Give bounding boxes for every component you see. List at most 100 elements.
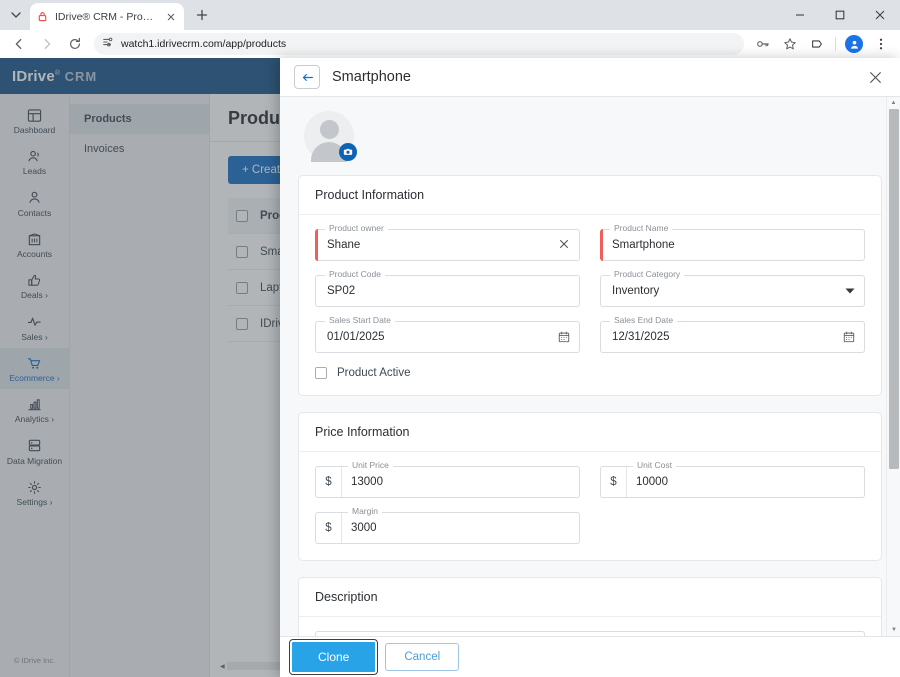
product-owner-field[interactable]: Product owner Shane — [315, 223, 580, 261]
scroll-up-icon[interactable]: ▲ — [887, 97, 900, 109]
tab-close-icon[interactable] — [164, 10, 178, 24]
cancel-button[interactable]: Cancel — [385, 643, 460, 671]
star-icon[interactable] — [777, 31, 803, 57]
field-row: Sales Start Date 01/01/2025 Sales End Da… — [315, 315, 865, 353]
product-detail-modal: Smartphone Product Information Product o… — [280, 58, 900, 677]
close-icon[interactable] — [864, 66, 886, 88]
lock-icon — [36, 10, 49, 23]
section-heading: Product Information — [299, 176, 881, 215]
field-value: 13000 — [351, 476, 383, 488]
description-body — [299, 617, 881, 636]
modal-scrollbar[interactable]: ▲ ▼ — [886, 97, 900, 636]
field-row: Product Code SP02 Product Category Inven… — [315, 269, 865, 307]
field-label: Product owner — [325, 223, 388, 233]
unit-cost-wrap: $ Unit Cost 10000 — [600, 460, 865, 498]
avatar-section — [298, 97, 882, 175]
reload-icon[interactable] — [62, 31, 88, 57]
product-information-card: Product Information Product owner Shane — [298, 175, 882, 396]
field-label: Product Code — [325, 269, 385, 279]
tab-strip: IDrive® CRM - Products — [0, 0, 900, 30]
field-label: Product Name — [610, 223, 673, 233]
toolbar-right — [750, 31, 894, 57]
product-active-row[interactable]: Product Active — [315, 367, 865, 379]
product-category-select[interactable]: Product Category Inventory — [600, 269, 865, 307]
field-label: Sales End Date — [610, 315, 678, 325]
margin-wrap: $ Margin 3000 — [315, 506, 580, 544]
field-row: $ Unit Price 13000 $ Unit Cost 10000 — [315, 460, 865, 498]
window-controls — [780, 0, 900, 30]
extensions-icon[interactable] — [804, 31, 830, 57]
calendar-icon[interactable] — [843, 331, 864, 343]
tab-title: IDrive® CRM - Products — [55, 10, 158, 23]
field-value: 10000 — [636, 476, 668, 488]
scroll-down-icon[interactable]: ▼ — [887, 624, 900, 636]
clone-button[interactable]: Clone — [288, 639, 379, 675]
product-code-field[interactable]: Product Code SP02 — [315, 269, 580, 307]
calendar-icon[interactable] — [558, 331, 579, 343]
field-row: $ Margin 3000 — [315, 506, 865, 544]
product-information-fields: Product owner Shane Product Name Smartph… — [299, 215, 881, 395]
section-heading: Price Information — [299, 413, 881, 452]
margin-field[interactable]: $ Margin 3000 — [315, 506, 580, 544]
field-label: Product Category — [610, 269, 685, 279]
modal-body: Product Information Product owner Shane — [280, 97, 900, 636]
unit-cost-field[interactable]: $ Unit Cost 10000 — [600, 460, 865, 498]
unit-price-field[interactable]: $ Unit Price 13000 — [315, 460, 580, 498]
product-code-field-wrap: Product Code SP02 — [315, 269, 580, 307]
tab-search-icon[interactable] — [4, 3, 28, 27]
avatar-head — [319, 120, 339, 139]
field-value: Smartphone — [612, 239, 675, 251]
toolbar-divider — [835, 37, 836, 51]
avatar[interactable] — [304, 111, 357, 162]
price-information-card: Price Information $ Unit Price 13000 $ U… — [298, 412, 882, 561]
three-dot-menu-icon[interactable] — [868, 31, 894, 57]
close-window-button[interactable] — [860, 0, 900, 30]
sales-start-date-field[interactable]: Sales Start Date 01/01/2025 — [315, 315, 580, 353]
profile-avatar-icon[interactable] — [841, 31, 867, 57]
product-category-field-wrap: Product Category Inventory — [600, 269, 865, 307]
description-card: Description — [298, 577, 882, 636]
margin-spacer — [600, 512, 865, 544]
app-root: IDrive® CRM - Products watch1.idrivecrm.… — [0, 0, 900, 677]
modal-header: Smartphone — [280, 58, 900, 97]
modal-title: Smartphone — [332, 69, 411, 85]
minimize-button[interactable] — [780, 0, 820, 30]
back-arrow-icon[interactable] — [6, 31, 32, 57]
browser-toolbar: watch1.idrivecrm.com/app/products — [0, 30, 900, 58]
price-information-fields: $ Unit Price 13000 $ Unit Cost 10000 $ M… — [299, 452, 881, 560]
product-name-field[interactable]: Product Name Smartphone — [600, 223, 865, 261]
chevron-down-icon[interactable] — [845, 288, 864, 294]
key-icon[interactable] — [750, 31, 776, 57]
product-active-label: Product Active — [337, 367, 411, 379]
product-name-field-wrap: Product Name Smartphone — [600, 223, 865, 261]
modal-footer: Clone Cancel — [280, 636, 900, 677]
field-label: Margin — [348, 506, 382, 516]
currency-symbol: $ — [601, 467, 627, 497]
field-value: 12/31/2025 — [612, 331, 670, 343]
field-label: Unit Price — [348, 460, 393, 470]
site-settings-icon[interactable] — [102, 35, 114, 53]
back-arrow-icon[interactable] — [294, 65, 320, 89]
currency-symbol: $ — [316, 513, 342, 543]
clear-x-icon[interactable] — [559, 238, 579, 252]
description-input[interactable] — [315, 631, 865, 636]
camera-icon[interactable] — [339, 143, 357, 161]
new-tab-button[interactable] — [189, 2, 215, 28]
scrollbar-thumb[interactable] — [889, 109, 899, 469]
product-owner-field-wrap: Product owner Shane — [315, 223, 580, 261]
field-label: Sales Start Date — [325, 315, 395, 325]
field-value: 3000 — [351, 522, 377, 534]
section-heading: Description — [299, 578, 881, 617]
address-bar[interactable]: watch1.idrivecrm.com/app/products — [94, 33, 744, 55]
field-value: Shane — [327, 239, 361, 251]
sales-end-date-field[interactable]: Sales End Date 12/31/2025 — [600, 315, 865, 353]
browser-tab[interactable]: IDrive® CRM - Products — [30, 3, 184, 30]
maximize-button[interactable] — [820, 0, 860, 30]
unit-price-wrap: $ Unit Price 13000 — [315, 460, 580, 498]
field-value: SP02 — [327, 285, 356, 297]
currency-symbol: $ — [316, 467, 342, 497]
sales-end-date-wrap: Sales End Date 12/31/2025 — [600, 315, 865, 353]
product-active-checkbox[interactable] — [315, 367, 327, 379]
forward-arrow-icon — [34, 31, 60, 57]
field-value: 01/01/2025 — [327, 331, 385, 343]
